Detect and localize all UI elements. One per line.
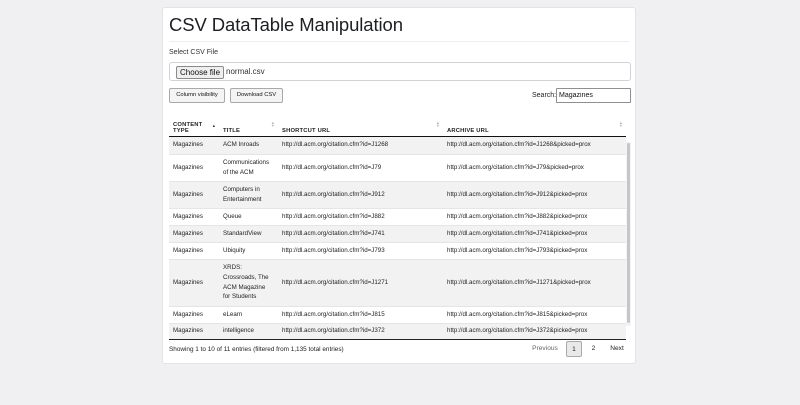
choose-file-button[interactable]: Choose file (176, 66, 225, 79)
table-info: Showing 1 to 10 of 11 entries (filtered … (169, 346, 344, 353)
table-row[interactable]: Magazines XRDS: Crossroads, The ACM Maga… (169, 258, 626, 306)
cell-content-type: Magazines (169, 180, 219, 208)
file-input[interactable]: Choose file normal.csv (169, 62, 631, 81)
table-row[interactable]: Magazines Ubiquity http://dl.acm.org/cit… (169, 241, 626, 259)
cell-archive-url: http://dl.acm.org/citation.cfm?id=J912&p… (443, 180, 626, 208)
data-table: CONTENT TYPE ▲ TITLE ▲ ▼ SHORTCUT URL ▲ ▼ … (169, 108, 626, 340)
cell-title: XRDS: Crossroads, The ACM Magazine for S… (219, 258, 278, 306)
cell-title: Ubiquity (219, 241, 278, 259)
cell-archive-url: http://dl.acm.org/citation.cfm?id=J1271&… (443, 258, 626, 306)
title-divider (169, 41, 629, 42)
table-row[interactable]: Magazines ACM Inroads http://dl.acm.org/… (169, 135, 626, 154)
selected-file-name: normal.csv (226, 67, 265, 76)
cell-archive-url: http://dl.acm.org/citation.cfm?id=J79&pi… (443, 153, 626, 181)
cell-content-type: Magazines (169, 207, 219, 225)
table-header-row: CONTENT TYPE ▲ TITLE ▲ ▼ SHORTCUT URL ▲ ▼ … (169, 108, 626, 137)
column-header-title[interactable]: TITLE ▲ ▼ (219, 108, 278, 137)
cell-title: eLearn (219, 305, 278, 323)
sort-icon: ▲ ▼ (270, 119, 275, 128)
cell-shortcut-url: http://dl.acm.org/citation.cfm?id=J912 (278, 180, 443, 208)
table-row[interactable]: Magazines Communications of the ACM http… (169, 153, 626, 181)
file-select-label: Select CSV File (169, 49, 219, 56)
cell-archive-url: http://dl.acm.org/citation.cfm?id=J793&p… (443, 241, 626, 259)
cell-shortcut-url: http://dl.acm.org/citation.cfm?id=J741 (278, 224, 443, 242)
cell-archive-url: http://dl.acm.org/citation.cfm?id=J1268&… (443, 135, 626, 154)
cell-title: Queue (219, 207, 278, 225)
cell-content-type: Magazines (169, 322, 219, 340)
cell-shortcut-url: http://dl.acm.org/citation.cfm?id=J372 (278, 322, 443, 340)
next-page-button[interactable]: Next (604, 341, 630, 357)
search-input[interactable] (556, 88, 631, 103)
cell-shortcut-url: http://dl.acm.org/citation.cfm?id=J815 (278, 305, 443, 323)
column-header-label: CONTENT TYPE (173, 121, 203, 134)
cell-archive-url: http://dl.acm.org/citation.cfm?id=J882&p… (443, 207, 626, 225)
cell-title: Communications of the ACM (219, 153, 278, 181)
sort-icon: ▲ ▼ (618, 119, 623, 128)
cell-title: StandardView (219, 224, 278, 242)
cell-shortcut-url: http://dl.acm.org/citation.cfm?id=J1268 (278, 135, 443, 154)
column-visibility-button[interactable]: Column visibility (169, 88, 225, 103)
column-header-content-type[interactable]: CONTENT TYPE ▲ (169, 108, 219, 137)
cell-content-type: Magazines (169, 258, 219, 306)
column-header-label: ARCHIVE URL (447, 127, 489, 134)
page-1-button[interactable]: 1 (566, 341, 582, 357)
table-row[interactable]: Magazines Queue http://dl.acm.org/citati… (169, 207, 626, 225)
cell-title: Computers in Entertainment (219, 180, 278, 208)
column-header-shortcut-url[interactable]: SHORTCUT URL ▲ ▼ (278, 108, 443, 137)
search-label: Search: (532, 92, 557, 99)
download-csv-button[interactable]: Download CSV (230, 88, 283, 103)
column-header-label: SHORTCUT URL (282, 127, 331, 134)
table-row[interactable]: Magazines eLearn http://dl.acm.org/citat… (169, 305, 626, 323)
cell-shortcut-url: http://dl.acm.org/citation.cfm?id=J79 (278, 153, 443, 181)
page-2-button[interactable]: 2 (586, 341, 601, 357)
column-header-label: TITLE (223, 127, 241, 134)
cell-content-type: Magazines (169, 305, 219, 323)
cell-shortcut-url: http://dl.acm.org/citation.cfm?id=J1271 (278, 258, 443, 306)
cell-content-type: Magazines (169, 241, 219, 259)
cell-content-type: Magazines (169, 224, 219, 242)
previous-page-button[interactable]: Previous (526, 341, 564, 357)
page-title: CSV DataTable Manipulation (169, 14, 403, 35)
table-row[interactable]: Magazines intelligence http://dl.acm.org… (169, 322, 626, 340)
main-card: CSV DataTable Manipulation Select CSV Fi… (162, 7, 636, 364)
table-scrollbar[interactable] (626, 142, 631, 326)
cell-archive-url: http://dl.acm.org/citation.cfm?id=J741&p… (443, 224, 626, 242)
scrollbar-thumb[interactable] (627, 143, 630, 323)
cell-shortcut-url: http://dl.acm.org/citation.cfm?id=J793 (278, 241, 443, 259)
column-header-archive-url[interactable]: ARCHIVE URL ▲ ▼ (443, 108, 626, 137)
cell-archive-url: http://dl.acm.org/citation.cfm?id=J815&p… (443, 305, 626, 323)
sort-asc-icon: ▲ (211, 122, 216, 128)
sort-icon: ▲ ▼ (435, 119, 440, 128)
cell-title: intelligence (219, 322, 278, 340)
cell-title: ACM Inroads (219, 135, 278, 154)
data-table-scroll[interactable]: CONTENT TYPE ▲ TITLE ▲ ▼ SHORTCUT URL ▲ ▼ … (169, 108, 631, 340)
cell-archive-url: http://dl.acm.org/citation.cfm?id=J372&p… (443, 322, 626, 340)
cell-shortcut-url: http://dl.acm.org/citation.cfm?id=J882 (278, 207, 443, 225)
cell-content-type: Magazines (169, 135, 219, 154)
cell-content-type: Magazines (169, 153, 219, 181)
table-row[interactable]: Magazines Computers in Entertainment htt… (169, 180, 626, 208)
table-row[interactable]: Magazines StandardView http://dl.acm.org… (169, 224, 626, 242)
